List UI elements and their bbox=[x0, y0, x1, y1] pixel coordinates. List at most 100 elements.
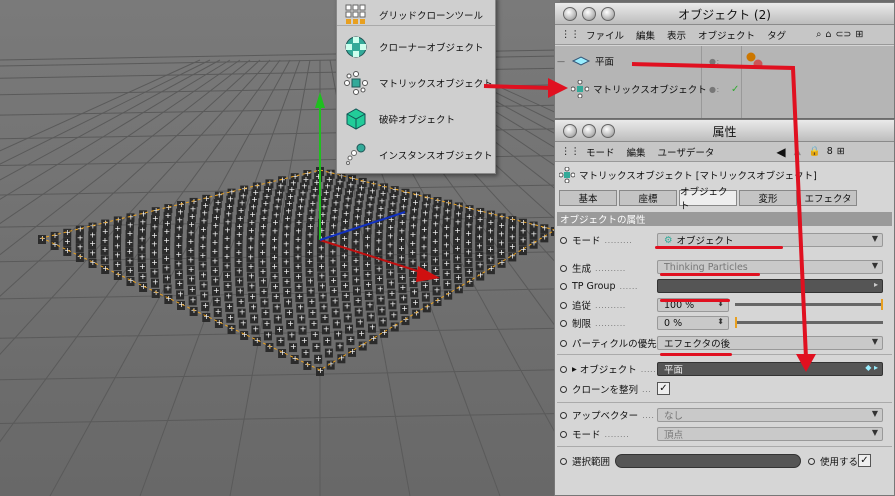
generate-select[interactable]: Thinking Particles ▼ bbox=[657, 260, 883, 274]
clone-marker: + bbox=[200, 233, 207, 242]
clone-marker: + bbox=[295, 244, 302, 253]
clone-marker: + bbox=[295, 272, 302, 281]
align-clone-checkbox[interactable]: ✓ bbox=[657, 382, 670, 395]
keyframe-dot[interactable] bbox=[560, 339, 567, 347]
keyframe-dot[interactable] bbox=[560, 264, 567, 272]
material-tag-icon[interactable] bbox=[745, 52, 763, 70]
pin-icon[interactable]: 8 bbox=[827, 146, 833, 157]
home-icon[interactable]: ⌂ bbox=[825, 29, 831, 40]
new-window-icon[interactable]: ⊞ bbox=[855, 29, 863, 40]
popup-item-instance[interactable]: インスタンスオブジェクト bbox=[337, 137, 495, 173]
clone-marker: + bbox=[216, 318, 223, 327]
object-row-matrix[interactable]: マトリックスオブジェクト ● : ✓ bbox=[557, 80, 892, 98]
clone-marker: + bbox=[176, 269, 183, 278]
menu-edit[interactable]: 編集 bbox=[627, 145, 646, 159]
clone-marker: + bbox=[509, 251, 516, 260]
clone-marker: + bbox=[341, 234, 348, 243]
attributes-titlebar[interactable]: 属性 bbox=[555, 120, 894, 142]
menu-edit[interactable]: 編集 bbox=[636, 28, 655, 42]
use-checkbox[interactable]: ✓ bbox=[858, 454, 871, 467]
keyframe-dot[interactable] bbox=[560, 430, 567, 438]
clone-marker: + bbox=[165, 294, 172, 303]
keyframe-dot[interactable] bbox=[560, 236, 567, 244]
object-row-plane[interactable]: — 平面 ● : bbox=[557, 52, 892, 70]
keyframe-dot[interactable] bbox=[560, 411, 567, 419]
menu-userdata[interactable]: ユーザデータ bbox=[658, 145, 715, 159]
clone-marker: + bbox=[338, 353, 345, 362]
object-link-field[interactable]: 平面 ◆ ▸ bbox=[657, 362, 883, 376]
popup-item-cloner[interactable]: クローナーオブジェクト bbox=[337, 29, 495, 65]
clone-marker: + bbox=[260, 277, 267, 286]
object-header: マトリックスオブジェクト [マトリックスオブジェクト] bbox=[559, 167, 817, 183]
up-vector-select[interactable]: なし ▼ bbox=[657, 408, 883, 422]
clone-marker: + bbox=[251, 313, 258, 322]
clone-marker: + bbox=[434, 285, 441, 294]
popup-item-matrix[interactable]: マトリックスオブジェクト bbox=[337, 65, 495, 101]
tab-basic[interactable]: 基本 bbox=[559, 190, 617, 206]
clone-marker: + bbox=[410, 257, 417, 266]
keyframe-dot[interactable] bbox=[560, 365, 567, 373]
keyframe-dot[interactable] bbox=[808, 457, 815, 465]
mode2-select[interactable]: 頂点 ▼ bbox=[657, 427, 883, 441]
enabled-check-icon[interactable]: ✓ bbox=[731, 84, 739, 95]
clone-marker: + bbox=[326, 348, 333, 357]
clone-marker: + bbox=[353, 265, 360, 274]
clone-marker: + bbox=[400, 293, 407, 302]
new-window-icon[interactable]: ⊞ bbox=[837, 146, 845, 157]
clone-marker: + bbox=[345, 312, 352, 321]
clone-marker: + bbox=[392, 321, 399, 330]
menu-tags[interactable]: タグ bbox=[767, 28, 786, 42]
clone-marker: + bbox=[226, 302, 233, 311]
tab-coordinates[interactable]: 座標 bbox=[619, 190, 677, 206]
clone-marker: + bbox=[318, 252, 325, 261]
up-arrow-icon[interactable]: ▲ bbox=[794, 146, 801, 157]
menu-view[interactable]: 表示 bbox=[667, 28, 686, 42]
popup-item-fracture[interactable]: 破砕オブジェクト bbox=[337, 101, 495, 137]
clone-marker: + bbox=[499, 258, 506, 267]
tab-deform[interactable]: 変形 bbox=[739, 190, 797, 206]
link-icon[interactable]: ⊂⊃ bbox=[835, 29, 851, 40]
clone-marker: + bbox=[341, 252, 348, 261]
follow-slider[interactable] bbox=[735, 299, 883, 310]
menu-mode[interactable]: モード bbox=[586, 145, 615, 159]
object-manager-titlebar[interactable]: オブジェクト (2) bbox=[555, 3, 894, 25]
clone-marker: + bbox=[126, 238, 133, 247]
clone-marker: + bbox=[248, 235, 255, 244]
clone-marker: + bbox=[227, 313, 234, 322]
keyframe-dot[interactable] bbox=[560, 319, 567, 327]
tab-effectors[interactable]: エフェクタ bbox=[799, 190, 857, 206]
annotation-underline bbox=[655, 246, 783, 249]
lock-icon[interactable]: 🔒 bbox=[809, 146, 821, 157]
limit-input[interactable]: 0 % ⬍ bbox=[657, 316, 729, 330]
search-icon[interactable]: ⌕ bbox=[816, 29, 821, 40]
selection-field[interactable] bbox=[615, 454, 801, 468]
clone-marker: + bbox=[455, 273, 462, 282]
clone-marker: + bbox=[330, 276, 337, 285]
limit-slider[interactable] bbox=[735, 317, 883, 328]
clone-marker: + bbox=[376, 228, 383, 237]
tp-group-field[interactable]: ▸ bbox=[657, 279, 883, 293]
priority-select[interactable]: エフェクタの後 ▼ bbox=[657, 336, 883, 350]
matrix-object-icon bbox=[559, 167, 575, 183]
keyframe-dot[interactable] bbox=[560, 301, 567, 309]
attributes-tabs: 基本 座標 オブジェクト 変形 エフェクタ bbox=[559, 187, 859, 212]
clone-marker: + bbox=[139, 262, 146, 271]
clone-marker: + bbox=[337, 341, 344, 350]
clone-marker: + bbox=[498, 230, 505, 239]
clone-marker: + bbox=[330, 257, 337, 266]
keyframe-dot[interactable] bbox=[560, 457, 567, 465]
mode-select[interactable]: ⚙ オブジェクト ▼ bbox=[657, 233, 883, 247]
clone-marker: + bbox=[139, 234, 146, 243]
menu-file[interactable]: ファイル bbox=[586, 28, 624, 42]
clone-marker: + bbox=[259, 257, 266, 266]
clone-marker: + bbox=[286, 308, 293, 317]
keyframe-dot[interactable] bbox=[560, 282, 567, 290]
expand-arrow-icon[interactable]: ▸ bbox=[572, 364, 577, 375]
back-arrow-icon[interactable]: ◀ bbox=[776, 145, 785, 159]
annotation-underline bbox=[660, 353, 732, 356]
tab-object[interactable]: オブジェクト bbox=[679, 187, 737, 212]
menu-objects[interactable]: オブジェクト bbox=[698, 28, 755, 42]
clone-marker: + bbox=[389, 289, 396, 298]
keyframe-dot[interactable] bbox=[560, 385, 567, 393]
clone-marker: + bbox=[378, 295, 385, 304]
